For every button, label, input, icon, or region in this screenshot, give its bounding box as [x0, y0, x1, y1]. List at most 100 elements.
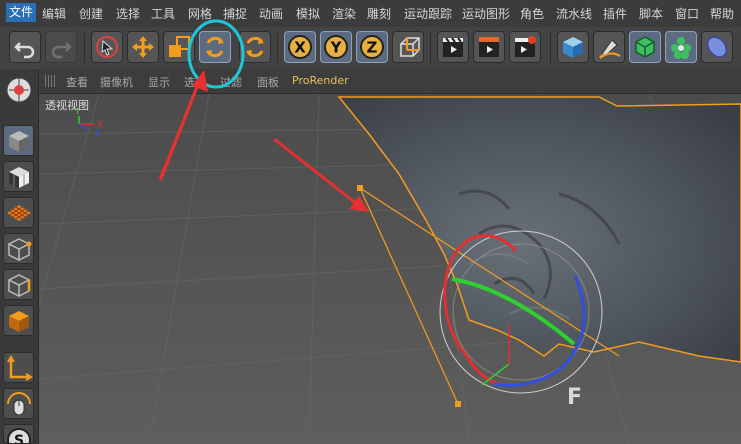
rotate-button[interactable]: [199, 31, 231, 63]
tweak-button[interactable]: [3, 388, 34, 419]
snap-icon: S: [7, 428, 31, 444]
live-selection-button[interactable]: [91, 31, 123, 63]
menu-pipeline[interactable]: 流水线: [556, 5, 592, 22]
points-mode-button[interactable]: [3, 233, 34, 264]
viewport-menu-filter[interactable]: 过滤: [220, 74, 242, 90]
coordinate-system-button[interactable]: [392, 31, 424, 63]
cube-icon: [563, 37, 583, 58]
texture-checker-icon: [9, 167, 29, 188]
rotate-recent-button[interactable]: [239, 31, 271, 63]
rotate-icon: [246, 36, 264, 58]
render-picture-viewer-button[interactable]: [473, 31, 505, 63]
svg-text:Y: Y: [330, 39, 343, 57]
viewport-menu-panel[interactable]: 面板: [257, 74, 279, 90]
scale-button[interactable]: [163, 31, 195, 63]
svg-text:Z: Z: [95, 129, 101, 139]
redo-icon: [51, 42, 72, 59]
viewport-menu-display[interactable]: 显示: [148, 74, 170, 90]
menu-edit[interactable]: 编辑: [42, 5, 66, 22]
subdivision-icon: [635, 36, 655, 58]
scale-icon: [169, 36, 190, 57]
move-button[interactable]: [127, 31, 159, 63]
menu-snap[interactable]: 捕捉: [223, 5, 247, 22]
pen-button[interactable]: [593, 31, 625, 63]
cloner-icon: [671, 37, 691, 59]
main-toolbar: X Y Z: [0, 27, 741, 70]
y-axis-button[interactable]: Y: [320, 31, 352, 63]
menu-bar: 文件 编辑 创建 选择 工具 网格 捕捉 动画 模拟 渲染 雕刻 运动跟踪 运动…: [0, 0, 741, 28]
z-axis-icon: Z: [360, 35, 384, 59]
left-toolbar: S: [0, 69, 39, 444]
undo-icon: [14, 42, 35, 59]
menu-sculpt[interactable]: 雕刻: [367, 5, 391, 22]
axis-mode-icon: [7, 355, 33, 381]
viewport-menu-prorender[interactable]: ProRender: [292, 74, 349, 87]
mouse-tweak-icon: [7, 392, 31, 416]
menu-help[interactable]: 帮助: [710, 5, 734, 22]
svg-text:X: X: [294, 39, 306, 57]
viewport-menu-camera[interactable]: 摄像机: [100, 74, 133, 90]
menu-create[interactable]: 创建: [79, 5, 103, 22]
perspective-viewport[interactable]: X Y Z F 透视视图: [39, 94, 741, 444]
model-mode-button[interactable]: [3, 125, 34, 156]
deformer-button[interactable]: [701, 31, 733, 63]
polygons-mode-button[interactable]: [3, 305, 34, 336]
clapper-icon: [443, 37, 463, 57]
menu-character[interactable]: 角色: [520, 5, 544, 22]
viewport-menu-view[interactable]: 查看: [66, 74, 88, 90]
subdivision-button[interactable]: [629, 31, 661, 63]
menu-simulate[interactable]: 模拟: [296, 5, 320, 22]
snap-button[interactable]: S: [3, 424, 34, 444]
viewport-canvas: X Y Z F: [39, 94, 741, 444]
pen-icon: [599, 39, 621, 59]
menu-plugins[interactable]: 插件: [603, 5, 627, 22]
viewport-label: 透视视图: [45, 99, 89, 112]
deformer-icon: [706, 36, 728, 58]
rotate-icon: [206, 36, 224, 58]
clapper-gear-icon: [515, 36, 536, 57]
model-mode-icon: [9, 131, 29, 152]
z-axis-button[interactable]: Z: [356, 31, 388, 63]
watermark-glyph: F: [567, 385, 582, 410]
edges-mode-button[interactable]: [3, 269, 34, 300]
menu-select[interactable]: 选择: [116, 5, 140, 22]
cursor-selection-icon: [96, 36, 118, 58]
viewport-menu-options[interactable]: 选项: [184, 74, 206, 90]
render-settings-button[interactable]: [509, 31, 541, 63]
undo-button[interactable]: [9, 31, 41, 63]
x-axis-button[interactable]: X: [284, 31, 316, 63]
menu-animate[interactable]: 动画: [259, 5, 283, 22]
menu-mesh[interactable]: 网格: [188, 5, 212, 22]
y-axis-icon: Y: [324, 35, 348, 59]
svg-text:S: S: [14, 433, 24, 444]
redo-button[interactable]: [45, 31, 77, 63]
move-arrows-icon: [132, 36, 154, 58]
clapper-icon: [479, 37, 499, 57]
cloner-button[interactable]: [665, 31, 697, 63]
menu-render[interactable]: 渲染: [332, 5, 356, 22]
axis-icon: [400, 37, 420, 57]
workplane-button[interactable]: [3, 197, 34, 228]
menu-motion-tracking[interactable]: 运动跟踪: [404, 5, 452, 22]
grip-handle-icon[interactable]: [45, 75, 57, 87]
menu-mograph[interactable]: 运动图形: [462, 5, 510, 22]
menu-file[interactable]: 文件: [6, 3, 37, 22]
axis-handle-bottom[interactable]: [455, 401, 461, 407]
axis-handle-top[interactable]: [357, 185, 363, 191]
x-axis-icon: X: [288, 35, 312, 59]
svg-text:Z: Z: [367, 39, 378, 57]
make-editable-button[interactable]: [3, 74, 34, 108]
axis-mode-button[interactable]: [3, 352, 34, 383]
viewport-menu-bar: 查看 摄像机 显示 选项 过滤 面板 ProRender: [39, 69, 741, 94]
polygons-mode-icon: [9, 311, 29, 332]
points-mode-icon: [7, 238, 32, 262]
render-view-button[interactable]: [437, 31, 469, 63]
cube-button[interactable]: [557, 31, 589, 63]
menu-tools[interactable]: 工具: [151, 5, 175, 22]
edges-mode-icon: [7, 274, 31, 298]
texture-mode-button[interactable]: [3, 161, 34, 192]
workplane-grid-icon: [7, 205, 31, 221]
make-editable-icon: [6, 77, 32, 103]
menu-window[interactable]: 窗口: [675, 5, 699, 22]
menu-script[interactable]: 脚本: [639, 5, 663, 22]
